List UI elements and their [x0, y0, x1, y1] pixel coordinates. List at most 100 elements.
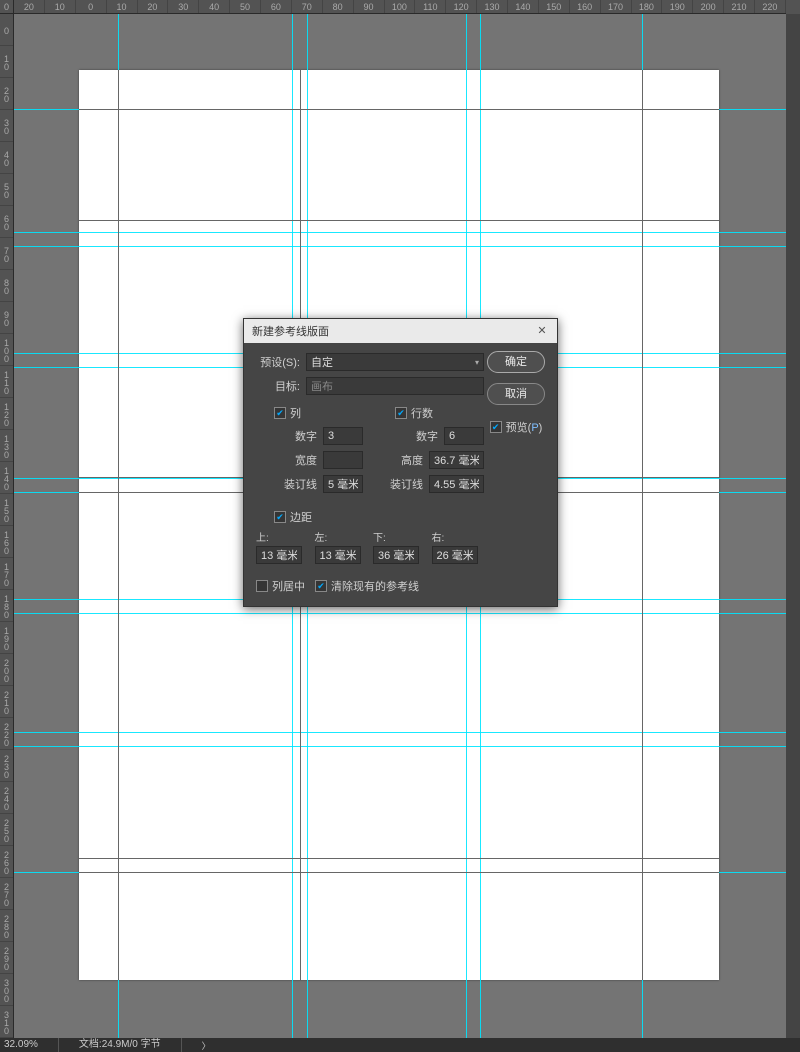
ruler-corner: 0: [0, 0, 14, 14]
guide-horizontal[interactable]: [14, 246, 786, 247]
guide-horizontal[interactable]: [14, 746, 786, 747]
ruler-tick: 160: [570, 0, 601, 13]
clear-guides-checkbox[interactable]: ✔: [315, 580, 327, 592]
margin-left-input[interactable]: [315, 546, 361, 564]
ruler-tick: 0: [76, 0, 107, 13]
ruler-tick: 110: [0, 366, 13, 398]
ruler-tick: 120: [0, 398, 13, 430]
ruler-tick: 70: [292, 0, 323, 13]
scrollbar-vertical[interactable]: [786, 14, 800, 1038]
margin-right-label: 右:: [432, 529, 485, 544]
ruler-tick: 30: [0, 110, 13, 142]
ruler-tick: 60: [0, 206, 13, 238]
rows-label: 行数: [411, 405, 433, 421]
chevron-down-icon: ▾: [475, 358, 479, 367]
zoom-level[interactable]: 32.09%: [4, 1038, 59, 1052]
rows-checkbox[interactable]: ✔: [395, 407, 407, 419]
col-width-label: 宽度: [287, 452, 317, 468]
ruler-tick: 210: [0, 686, 13, 718]
columns-label: 列: [290, 405, 301, 421]
margin-bottom-input[interactable]: [373, 546, 419, 564]
ruler-tick: 250: [0, 814, 13, 846]
row-height-label: 高度: [393, 452, 423, 468]
ruler-tick: 80: [0, 270, 13, 302]
grid-line: [79, 220, 719, 221]
guide-horizontal[interactable]: [14, 732, 786, 733]
ruler-horizontal[interactable]: 2010010203040506070809010011012013014015…: [14, 0, 786, 14]
chevron-right-icon[interactable]: 〉: [202, 1039, 211, 1052]
cancel-button[interactable]: 取消: [487, 383, 545, 405]
target-field: 画布: [306, 377, 484, 395]
ruler-tick: 60: [261, 0, 292, 13]
ruler-tick: 190: [0, 622, 13, 654]
ruler-tick: 40: [0, 142, 13, 174]
ruler-tick: 310: [0, 1006, 13, 1038]
ruler-tick: 180: [0, 590, 13, 622]
doc-info: 文档:24.9M/0 字节: [79, 1038, 182, 1052]
columns-checkbox[interactable]: ✔: [274, 407, 286, 419]
preset-select[interactable]: 自定▾: [306, 353, 484, 371]
row-gutter-input[interactable]: [429, 475, 484, 493]
ruler-tick: 220: [0, 718, 13, 750]
ruler-tick: 280: [0, 910, 13, 942]
margin-top-input[interactable]: [256, 546, 302, 564]
ruler-tick: 40: [199, 0, 230, 13]
ruler-tick: 30: [168, 0, 199, 13]
margin-top-label: 上:: [256, 529, 309, 544]
ruler-tick: 100: [0, 334, 13, 366]
ruler-tick: 10: [107, 0, 138, 13]
grid-line: [118, 70, 119, 980]
status-bar: 32.09% 文档:24.9M/0 字节 〉: [0, 1038, 800, 1052]
ruler-tick: 230: [0, 750, 13, 782]
col-count-input[interactable]: [323, 427, 363, 445]
ruler-tick: 10: [0, 46, 13, 78]
preview-checkbox[interactable]: ✔: [490, 421, 502, 433]
ruler-tick: 50: [230, 0, 261, 13]
row-gutter-label: 装订线: [383, 476, 423, 492]
col-width-input[interactable]: [323, 451, 363, 469]
target-label: 目标:: [256, 378, 300, 394]
guide-horizontal[interactable]: [14, 613, 786, 614]
ruler-tick: 10: [45, 0, 76, 13]
ruler-tick: 180: [632, 0, 663, 13]
dialog-title-text: 新建参考线版面: [252, 323, 329, 339]
center-columns-label: 列居中: [272, 578, 305, 594]
col-gutter-input[interactable]: [323, 475, 363, 493]
margin-bottom-label: 下:: [373, 529, 426, 544]
ruler-vertical[interactable]: 0102030405060708090100110120130140150160…: [0, 14, 14, 1038]
margin-left-label: 左:: [315, 529, 368, 544]
ruler-tick: 70: [0, 238, 13, 270]
row-count-label: 数字: [408, 428, 438, 444]
row-count-input[interactable]: [444, 427, 484, 445]
ruler-tick: 160: [0, 526, 13, 558]
col-count-label: 数字: [287, 428, 317, 444]
dialog-titlebar[interactable]: 新建参考线版面 ✕: [244, 319, 557, 343]
ok-button[interactable]: 确定: [487, 351, 545, 373]
preset-label: 预设(S):: [256, 354, 300, 370]
ruler-tick: 170: [601, 0, 632, 13]
close-icon[interactable]: ✕: [535, 324, 549, 338]
grid-line: [79, 858, 719, 859]
ruler-tick: 190: [662, 0, 693, 13]
margin-right-input[interactable]: [432, 546, 478, 564]
ruler-tick: 140: [0, 462, 13, 494]
ruler-tick: 130: [0, 430, 13, 462]
ruler-tick: 90: [354, 0, 385, 13]
center-columns-checkbox[interactable]: ✔: [256, 580, 268, 592]
margin-label: 边距: [290, 509, 312, 525]
ruler-tick: 20: [138, 0, 169, 13]
ruler-tick: 100: [385, 0, 416, 13]
ruler-tick: 260: [0, 846, 13, 878]
ruler-tick: 110: [415, 0, 446, 13]
grid-line: [642, 70, 643, 980]
ruler-tick: 170: [0, 558, 13, 590]
row-height-input[interactable]: [429, 451, 484, 469]
col-gutter-label: 装订线: [277, 476, 317, 492]
margin-checkbox[interactable]: ✔: [274, 511, 286, 523]
ruler-tick: 210: [724, 0, 755, 13]
ruler-tick: 220: [755, 0, 786, 13]
ruler-tick: 270: [0, 878, 13, 910]
ruler-tick: 130: [477, 0, 508, 13]
guide-horizontal[interactable]: [14, 232, 786, 233]
ruler-tick: 200: [0, 654, 13, 686]
